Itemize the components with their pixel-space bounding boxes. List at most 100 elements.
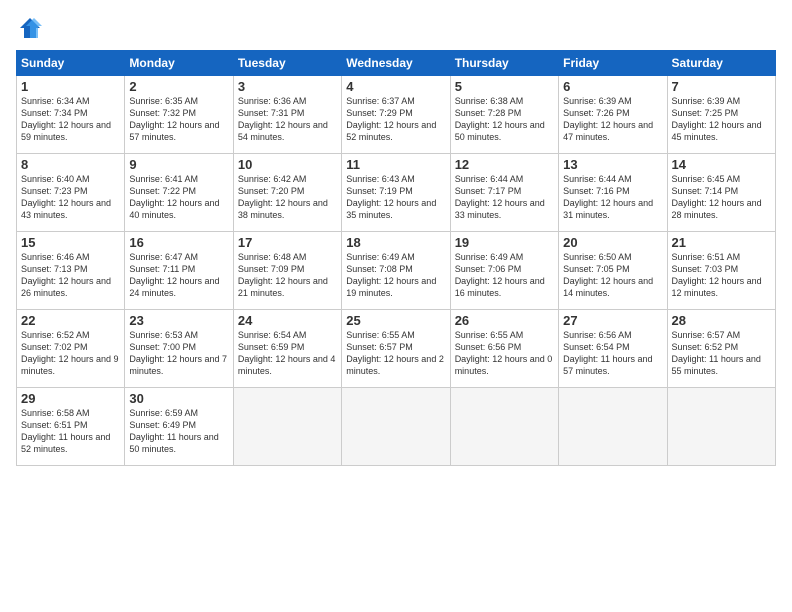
day-number: 4 (346, 79, 445, 94)
day-number: 30 (129, 391, 228, 406)
table-row: 28 Sunrise: 6:57 AM Sunset: 6:52 PM Dayl… (667, 310, 775, 388)
day-number: 18 (346, 235, 445, 250)
table-row: 10 Sunrise: 6:42 AM Sunset: 7:20 PM Dayl… (233, 154, 341, 232)
logo (16, 14, 48, 42)
col-header-sunday: Sunday (17, 51, 125, 76)
day-info: Sunrise: 6:51 AM Sunset: 7:03 PM Dayligh… (672, 251, 771, 300)
day-info: Sunrise: 6:44 AM Sunset: 7:17 PM Dayligh… (455, 173, 554, 222)
day-info: Sunrise: 6:57 AM Sunset: 6:52 PM Dayligh… (672, 329, 771, 378)
day-info: Sunrise: 6:39 AM Sunset: 7:26 PM Dayligh… (563, 95, 662, 144)
day-info: Sunrise: 6:42 AM Sunset: 7:20 PM Dayligh… (238, 173, 337, 222)
table-row: 21 Sunrise: 6:51 AM Sunset: 7:03 PM Dayl… (667, 232, 775, 310)
day-info: Sunrise: 6:47 AM Sunset: 7:11 PM Dayligh… (129, 251, 228, 300)
day-info: Sunrise: 6:38 AM Sunset: 7:28 PM Dayligh… (455, 95, 554, 144)
table-row: 12 Sunrise: 6:44 AM Sunset: 7:17 PM Dayl… (450, 154, 558, 232)
day-info: Sunrise: 6:49 AM Sunset: 7:06 PM Dayligh… (455, 251, 554, 300)
day-number: 16 (129, 235, 228, 250)
table-row: 29 Sunrise: 6:58 AM Sunset: 6:51 PM Dayl… (17, 388, 125, 466)
table-row: 6 Sunrise: 6:39 AM Sunset: 7:26 PM Dayli… (559, 76, 667, 154)
table-row: 15 Sunrise: 6:46 AM Sunset: 7:13 PM Dayl… (17, 232, 125, 310)
table-row (667, 388, 775, 466)
day-info: Sunrise: 6:55 AM Sunset: 6:57 PM Dayligh… (346, 329, 445, 378)
day-number: 10 (238, 157, 337, 172)
day-info: Sunrise: 6:54 AM Sunset: 6:59 PM Dayligh… (238, 329, 337, 378)
day-number: 11 (346, 157, 445, 172)
day-info: Sunrise: 6:55 AM Sunset: 6:56 PM Dayligh… (455, 329, 554, 378)
table-row (342, 388, 450, 466)
day-number: 8 (21, 157, 120, 172)
day-info: Sunrise: 6:40 AM Sunset: 7:23 PM Dayligh… (21, 173, 120, 222)
table-row: 13 Sunrise: 6:44 AM Sunset: 7:16 PM Dayl… (559, 154, 667, 232)
day-number: 7 (672, 79, 771, 94)
col-header-wednesday: Wednesday (342, 51, 450, 76)
day-number: 21 (672, 235, 771, 250)
table-row: 14 Sunrise: 6:45 AM Sunset: 7:14 PM Dayl… (667, 154, 775, 232)
day-info: Sunrise: 6:39 AM Sunset: 7:25 PM Dayligh… (672, 95, 771, 144)
day-info: Sunrise: 6:44 AM Sunset: 7:16 PM Dayligh… (563, 173, 662, 222)
day-number: 5 (455, 79, 554, 94)
col-header-friday: Friday (559, 51, 667, 76)
day-info: Sunrise: 6:56 AM Sunset: 6:54 PM Dayligh… (563, 329, 662, 378)
day-info: Sunrise: 6:37 AM Sunset: 7:29 PM Dayligh… (346, 95, 445, 144)
table-row: 24 Sunrise: 6:54 AM Sunset: 6:59 PM Dayl… (233, 310, 341, 388)
day-number: 15 (21, 235, 120, 250)
table-row: 17 Sunrise: 6:48 AM Sunset: 7:09 PM Dayl… (233, 232, 341, 310)
day-number: 19 (455, 235, 554, 250)
table-row: 19 Sunrise: 6:49 AM Sunset: 7:06 PM Dayl… (450, 232, 558, 310)
table-row: 11 Sunrise: 6:43 AM Sunset: 7:19 PM Dayl… (342, 154, 450, 232)
day-number: 3 (238, 79, 337, 94)
calendar-table: SundayMondayTuesdayWednesdayThursdayFrid… (16, 50, 776, 466)
day-number: 23 (129, 313, 228, 328)
day-number: 25 (346, 313, 445, 328)
col-header-thursday: Thursday (450, 51, 558, 76)
table-row: 20 Sunrise: 6:50 AM Sunset: 7:05 PM Dayl… (559, 232, 667, 310)
day-info: Sunrise: 6:41 AM Sunset: 7:22 PM Dayligh… (129, 173, 228, 222)
table-row: 2 Sunrise: 6:35 AM Sunset: 7:32 PM Dayli… (125, 76, 233, 154)
col-header-tuesday: Tuesday (233, 51, 341, 76)
table-row: 5 Sunrise: 6:38 AM Sunset: 7:28 PM Dayli… (450, 76, 558, 154)
table-row (450, 388, 558, 466)
day-info: Sunrise: 6:59 AM Sunset: 6:49 PM Dayligh… (129, 407, 228, 456)
table-row: 18 Sunrise: 6:49 AM Sunset: 7:08 PM Dayl… (342, 232, 450, 310)
table-row: 26 Sunrise: 6:55 AM Sunset: 6:56 PM Dayl… (450, 310, 558, 388)
day-number: 13 (563, 157, 662, 172)
table-row: 30 Sunrise: 6:59 AM Sunset: 6:49 PM Dayl… (125, 388, 233, 466)
day-number: 27 (563, 313, 662, 328)
day-number: 26 (455, 313, 554, 328)
table-row: 16 Sunrise: 6:47 AM Sunset: 7:11 PM Dayl… (125, 232, 233, 310)
table-row: 8 Sunrise: 6:40 AM Sunset: 7:23 PM Dayli… (17, 154, 125, 232)
table-row (233, 388, 341, 466)
day-number: 12 (455, 157, 554, 172)
day-info: Sunrise: 6:52 AM Sunset: 7:02 PM Dayligh… (21, 329, 120, 378)
table-row: 7 Sunrise: 6:39 AM Sunset: 7:25 PM Dayli… (667, 76, 775, 154)
table-row: 4 Sunrise: 6:37 AM Sunset: 7:29 PM Dayli… (342, 76, 450, 154)
day-number: 2 (129, 79, 228, 94)
day-number: 28 (672, 313, 771, 328)
table-row: 3 Sunrise: 6:36 AM Sunset: 7:31 PM Dayli… (233, 76, 341, 154)
day-info: Sunrise: 6:46 AM Sunset: 7:13 PM Dayligh… (21, 251, 120, 300)
col-header-saturday: Saturday (667, 51, 775, 76)
table-row: 23 Sunrise: 6:53 AM Sunset: 7:00 PM Dayl… (125, 310, 233, 388)
day-number: 22 (21, 313, 120, 328)
day-info: Sunrise: 6:58 AM Sunset: 6:51 PM Dayligh… (21, 407, 120, 456)
day-info: Sunrise: 6:49 AM Sunset: 7:08 PM Dayligh… (346, 251, 445, 300)
day-number: 20 (563, 235, 662, 250)
day-info: Sunrise: 6:35 AM Sunset: 7:32 PM Dayligh… (129, 95, 228, 144)
table-row (559, 388, 667, 466)
day-info: Sunrise: 6:36 AM Sunset: 7:31 PM Dayligh… (238, 95, 337, 144)
day-number: 29 (21, 391, 120, 406)
day-info: Sunrise: 6:53 AM Sunset: 7:00 PM Dayligh… (129, 329, 228, 378)
table-row: 1 Sunrise: 6:34 AM Sunset: 7:34 PM Dayli… (17, 76, 125, 154)
day-info: Sunrise: 6:50 AM Sunset: 7:05 PM Dayligh… (563, 251, 662, 300)
day-info: Sunrise: 6:45 AM Sunset: 7:14 PM Dayligh… (672, 173, 771, 222)
day-number: 24 (238, 313, 337, 328)
col-header-monday: Monday (125, 51, 233, 76)
day-info: Sunrise: 6:48 AM Sunset: 7:09 PM Dayligh… (238, 251, 337, 300)
day-number: 1 (21, 79, 120, 94)
table-row: 22 Sunrise: 6:52 AM Sunset: 7:02 PM Dayl… (17, 310, 125, 388)
logo-icon (16, 14, 44, 42)
table-row: 25 Sunrise: 6:55 AM Sunset: 6:57 PM Dayl… (342, 310, 450, 388)
table-row: 27 Sunrise: 6:56 AM Sunset: 6:54 PM Dayl… (559, 310, 667, 388)
day-number: 6 (563, 79, 662, 94)
day-number: 17 (238, 235, 337, 250)
